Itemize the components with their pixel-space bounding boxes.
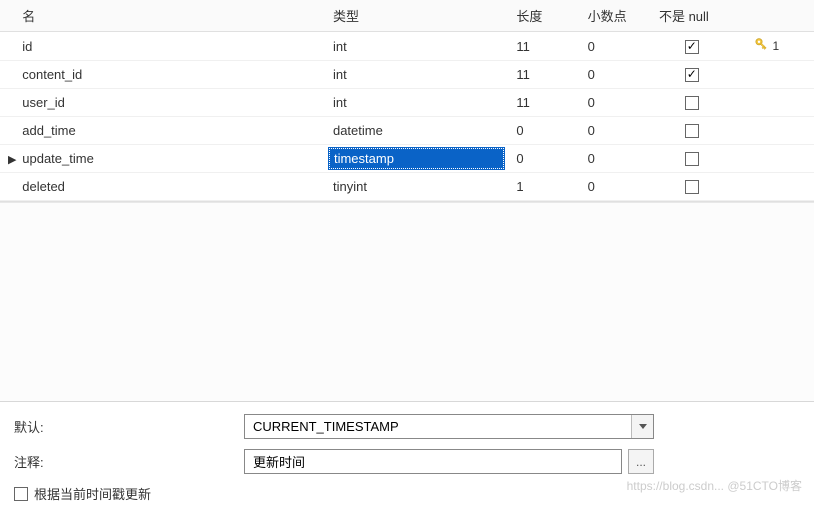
row-marker — [0, 61, 14, 89]
cell-length[interactable]: 0 — [508, 117, 579, 145]
table-row[interactable]: user_idint110 — [0, 89, 814, 117]
cell-type[interactable]: timestamp — [325, 145, 508, 173]
header-decimals[interactable]: 小数点 — [580, 0, 651, 32]
empty-rows-area[interactable] — [0, 202, 814, 402]
header-not-null[interactable]: 不是 null — [651, 0, 733, 32]
header-type[interactable]: 类型 — [325, 0, 508, 32]
not-null-checkbox[interactable] — [685, 40, 699, 54]
cell-key[interactable] — [732, 145, 814, 173]
not-null-checkbox[interactable] — [685, 180, 699, 194]
default-dropdown-button[interactable] — [631, 415, 653, 438]
default-label: 默认: — [14, 417, 244, 436]
cell-length[interactable]: 11 — [508, 61, 579, 89]
cell-decimals[interactable]: 0 — [580, 61, 651, 89]
cell-not-null[interactable] — [651, 173, 733, 201]
table-row[interactable]: content_idint110 — [0, 61, 814, 89]
cell-type[interactable]: int — [325, 89, 508, 117]
cell-key[interactable] — [732, 173, 814, 201]
comment-label: 注释: — [14, 452, 244, 471]
cell-length[interactable]: 11 — [508, 89, 579, 117]
cell-name[interactable]: content_id — [14, 61, 325, 89]
header-name[interactable]: 名 — [14, 0, 325, 32]
cell-key[interactable] — [732, 89, 814, 117]
cell-length[interactable]: 1 — [508, 173, 579, 201]
table-row[interactable]: add_timedatetime00 — [0, 117, 814, 145]
row-marker — [0, 117, 14, 145]
not-null-checkbox[interactable] — [685, 68, 699, 82]
cell-type[interactable]: datetime — [325, 117, 508, 145]
field-detail-panel: 默认: 注释: ... 根据当前时间戳更新 — [0, 402, 814, 511]
table-header-row: 名 类型 长度 小数点 不是 null — [0, 0, 814, 32]
cell-name[interactable]: deleted — [14, 173, 325, 201]
table-row[interactable]: ▶update_timetimestamp00 — [0, 145, 814, 173]
primary-key-icon — [750, 37, 768, 55]
comment-input[interactable] — [244, 449, 622, 474]
cell-name[interactable]: user_id — [14, 89, 325, 117]
columns-table[interactable]: 名 类型 长度 小数点 不是 null idint1101content_idi… — [0, 0, 814, 201]
on-update-label: 根据当前时间戳更新 — [34, 484, 151, 503]
table-row[interactable]: deletedtinyint10 — [0, 173, 814, 201]
not-null-checkbox[interactable] — [685, 152, 699, 166]
cell-not-null[interactable] — [651, 89, 733, 117]
cell-key[interactable] — [732, 61, 814, 89]
cell-decimals[interactable]: 0 — [580, 173, 651, 201]
default-combo[interactable] — [244, 414, 654, 439]
not-null-checkbox[interactable] — [685, 96, 699, 110]
cell-decimals[interactable]: 0 — [580, 89, 651, 117]
cell-key[interactable]: 1 — [732, 32, 814, 61]
cell-decimals[interactable]: 0 — [580, 32, 651, 61]
on-update-checkbox[interactable] — [14, 487, 28, 501]
cell-key[interactable] — [732, 117, 814, 145]
cell-not-null[interactable] — [651, 32, 733, 61]
cell-type[interactable]: int — [325, 61, 508, 89]
cell-decimals[interactable]: 0 — [580, 145, 651, 173]
cell-not-null[interactable] — [651, 145, 733, 173]
default-input[interactable] — [245, 415, 631, 438]
row-marker — [0, 32, 14, 61]
header-length[interactable]: 长度 — [508, 0, 579, 32]
row-marker — [0, 173, 14, 201]
cell-name[interactable]: update_time — [14, 145, 325, 173]
cell-name[interactable]: id — [14, 32, 325, 61]
cell-length[interactable]: 11 — [508, 32, 579, 61]
cell-not-null[interactable] — [651, 117, 733, 145]
cell-name[interactable]: add_time — [14, 117, 325, 145]
row-marker — [0, 89, 14, 117]
primary-key-number: 1 — [772, 39, 779, 53]
cell-type[interactable]: tinyint — [325, 173, 508, 201]
chevron-down-icon — [639, 424, 647, 429]
cell-length[interactable]: 0 — [508, 145, 579, 173]
cell-type[interactable]: int — [325, 32, 508, 61]
comment-more-button[interactable]: ... — [628, 449, 654, 474]
cell-not-null[interactable] — [651, 61, 733, 89]
row-marker: ▶ — [0, 145, 14, 173]
cell-decimals[interactable]: 0 — [580, 117, 651, 145]
not-null-checkbox[interactable] — [685, 124, 699, 138]
current-row-pointer-icon: ▶ — [8, 155, 16, 166]
table-row[interactable]: idint110 1 — [0, 32, 814, 61]
type-editor[interactable]: timestamp — [329, 148, 504, 169]
